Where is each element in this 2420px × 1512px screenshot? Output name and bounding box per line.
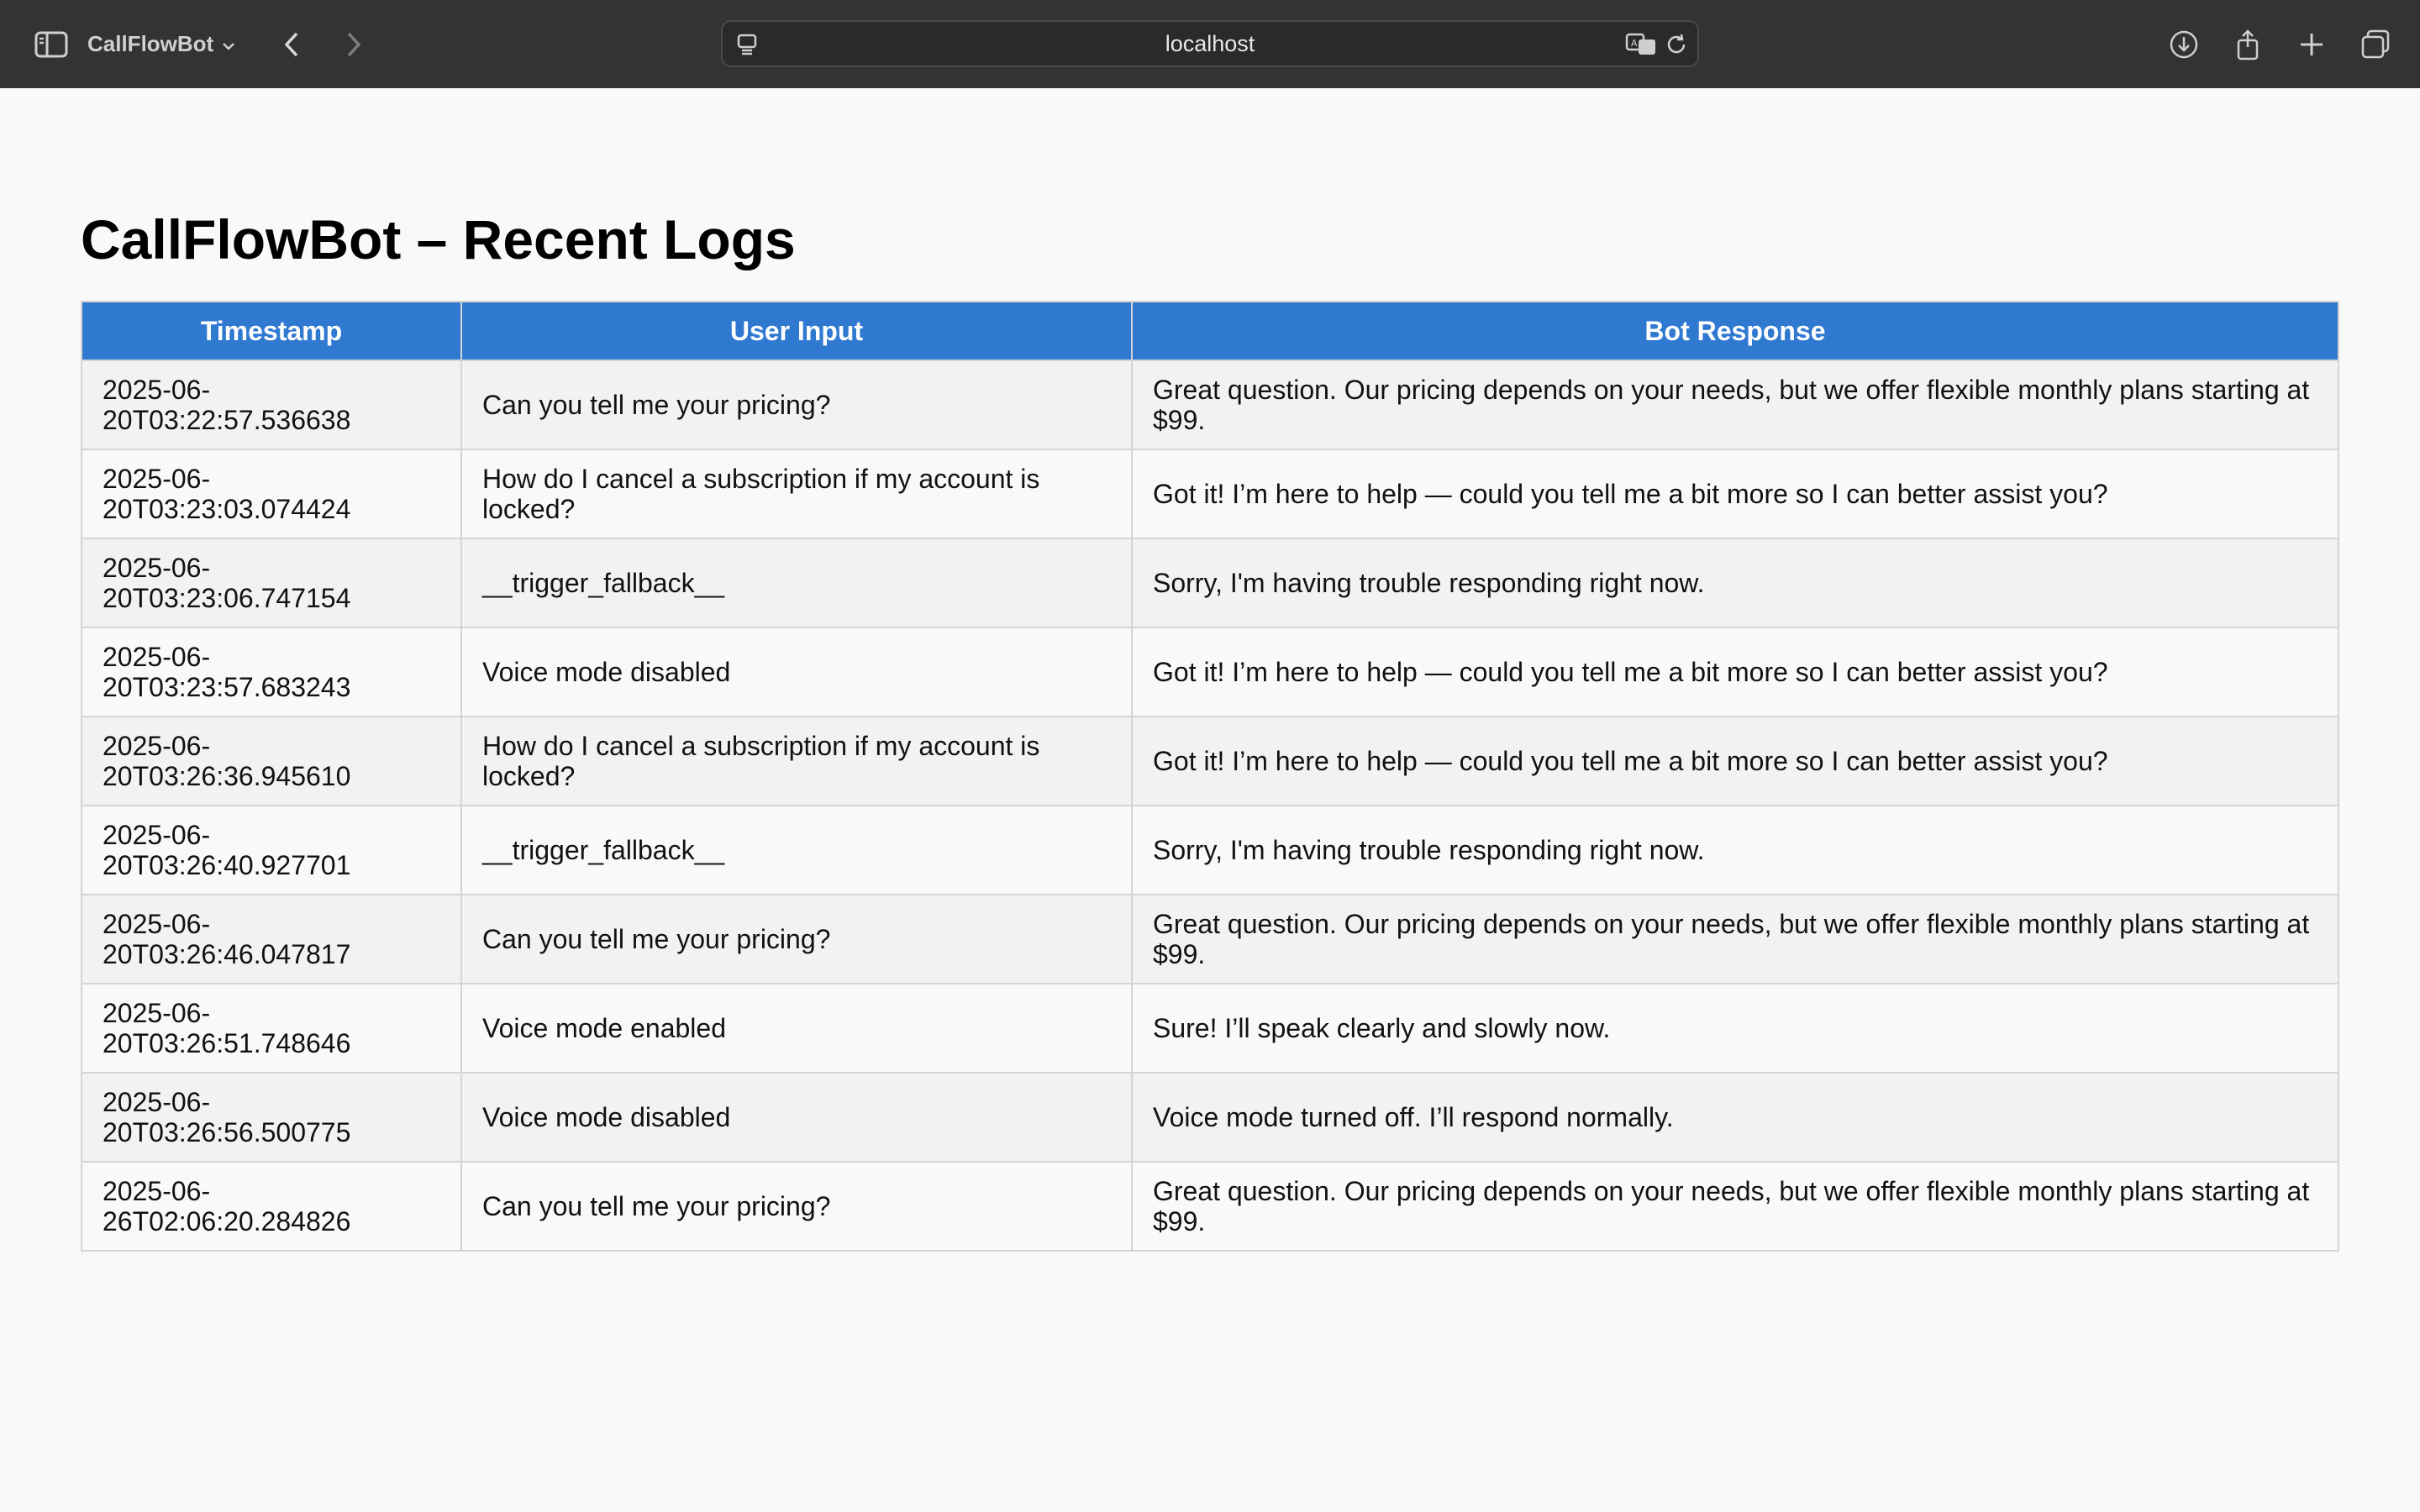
table-row: 2025-06-20T03:26:46.047817 Can you tell … <box>81 894 2339 984</box>
cell-user-input: Can you tell me your pricing? <box>460 1161 1133 1252</box>
table-row: 2025-06-20T03:22:57.536638 Can you tell … <box>81 360 2339 450</box>
reload-icon[interactable] <box>1664 32 1689 57</box>
cell-timestamp: 2025-06-20T03:26:46.047817 <box>81 894 462 984</box>
browser-toolbar: CallFlowBot localhost A <box>0 0 2420 88</box>
table-header-row: Timestamp User Input Bot Response <box>81 301 2339 361</box>
share-icon[interactable] <box>2228 25 2267 64</box>
table-row: 2025-06-20T03:26:36.945610 How do I canc… <box>81 716 2339 806</box>
cell-bot-response: Got it! I’m here to help — could you tel… <box>1131 716 2339 806</box>
downloads-icon[interactable] <box>2165 25 2203 64</box>
cell-user-input: How do I cancel a subscription if my acc… <box>460 449 1133 539</box>
cell-bot-response: Great question. Our pricing depends on y… <box>1131 1161 2339 1252</box>
url-text: localhost <box>1165 31 1255 56</box>
cell-bot-response: Great question. Our pricing depends on y… <box>1131 360 2339 450</box>
cell-timestamp: 2025-06-20T03:23:03.074424 <box>81 449 462 539</box>
cell-user-input: __trigger_fallback__ <box>460 805 1133 895</box>
cell-user-input: __trigger_fallback__ <box>460 538 1133 628</box>
table-row: 2025-06-20T03:23:03.074424 How do I canc… <box>81 449 2339 539</box>
sidebar-toggle-icon[interactable] <box>32 25 71 64</box>
table-row: 2025-06-20T03:26:51.748646 Voice mode en… <box>81 983 2339 1074</box>
back-button[interactable] <box>272 25 311 64</box>
cell-bot-response: Great question. Our pricing depends on y… <box>1131 894 2339 984</box>
tab-overview-icon[interactable] <box>2356 25 2395 64</box>
cell-user-input: How do I cancel a subscription if my acc… <box>460 716 1133 806</box>
table-row: 2025-06-20T03:26:56.500775 Voice mode di… <box>81 1072 2339 1163</box>
table-row: 2025-06-20T03:26:40.927701 __trigger_fal… <box>81 805 2339 895</box>
new-tab-icon[interactable] <box>2292 25 2331 64</box>
tab-group-menu[interactable]: CallFlowBot <box>87 31 235 57</box>
column-header-user-input: User Input <box>460 301 1133 361</box>
tab-group-label: CallFlowBot <box>87 31 214 56</box>
cell-user-input: Voice mode enabled <box>460 983 1133 1074</box>
cell-bot-response: Got it! I’m here to help — could you tel… <box>1131 449 2339 539</box>
cell-bot-response: Got it! I’m here to help — could you tel… <box>1131 627 2339 717</box>
translate-icon[interactable]: A <box>1625 31 1659 56</box>
cell-timestamp: 2025-06-20T03:26:51.748646 <box>81 983 462 1074</box>
cell-timestamp: 2025-06-20T03:22:57.536638 <box>81 360 462 450</box>
cell-user-input: Can you tell me your pricing? <box>460 360 1133 450</box>
cell-timestamp: 2025-06-20T03:26:56.500775 <box>81 1072 462 1163</box>
table-row: 2025-06-26T02:06:20.284826 Can you tell … <box>81 1161 2339 1252</box>
chevron-left-icon <box>284 32 298 56</box>
toolbar-right-group <box>2165 0 2395 88</box>
chevron-right-icon <box>347 32 361 56</box>
cell-user-input: Can you tell me your pricing? <box>460 894 1133 984</box>
forward-button[interactable] <box>334 25 373 64</box>
address-bar[interactable]: localhost A <box>721 20 1699 67</box>
cell-timestamp: 2025-06-20T03:23:57.683243 <box>81 627 462 717</box>
cell-bot-response: Sorry, I'm having trouble responding rig… <box>1131 538 2339 628</box>
table-row: 2025-06-20T03:23:57.683243 Voice mode di… <box>81 627 2339 717</box>
toolbar-left-group: CallFlowBot <box>32 0 373 88</box>
svg-text:A: A <box>1631 38 1638 49</box>
logs-table: Timestamp User Input Bot Response 2025-0… <box>81 301 2339 1252</box>
cell-timestamp: 2025-06-26T02:06:20.284826 <box>81 1161 462 1252</box>
table-row: 2025-06-20T03:23:06.747154 __trigger_fal… <box>81 538 2339 628</box>
cell-user-input: Voice mode disabled <box>460 627 1133 717</box>
column-header-bot-response: Bot Response <box>1131 301 2339 361</box>
cell-timestamp: 2025-06-20T03:26:40.927701 <box>81 805 462 895</box>
page-title: CallFlowBot – Recent Logs <box>81 208 796 270</box>
cell-user-input: Voice mode disabled <box>460 1072 1133 1163</box>
cell-bot-response: Sorry, I'm having trouble responding rig… <box>1131 805 2339 895</box>
chevron-down-icon <box>222 31 235 57</box>
cell-timestamp: 2025-06-20T03:26:36.945610 <box>81 716 462 806</box>
cell-timestamp: 2025-06-20T03:23:06.747154 <box>81 538 462 628</box>
cell-bot-response: Sure! I’ll speak clearly and slowly now. <box>1131 983 2339 1074</box>
column-header-timestamp: Timestamp <box>81 301 462 361</box>
cell-bot-response: Voice mode turned off. I’ll respond norm… <box>1131 1072 2339 1163</box>
